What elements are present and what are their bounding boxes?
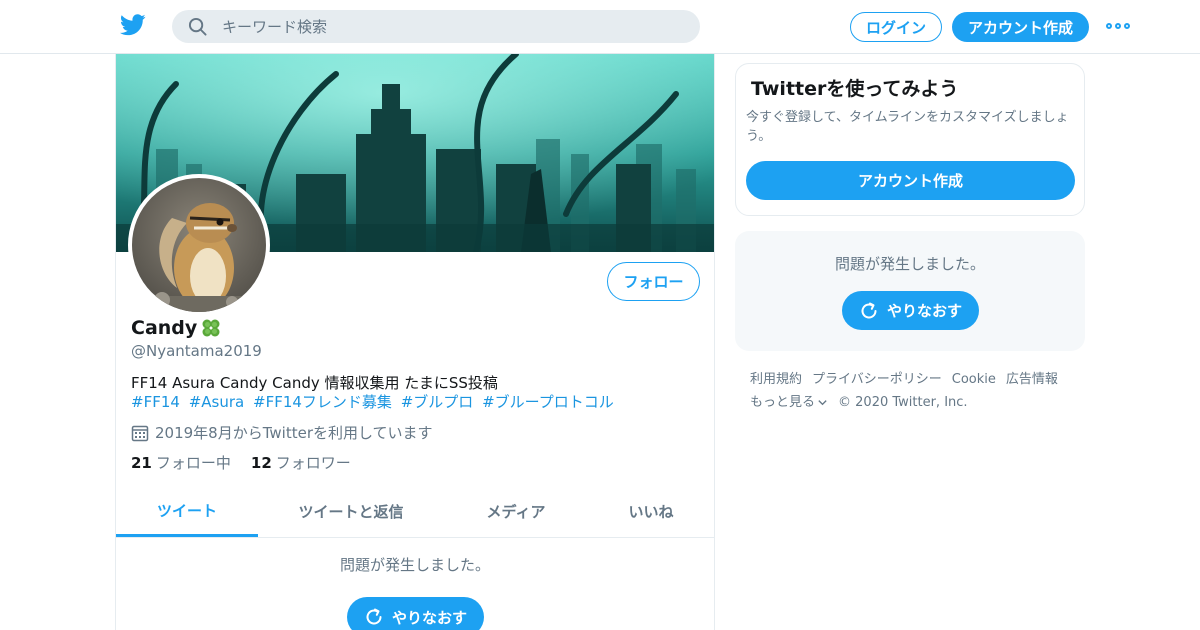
hashtag-link[interactable]: #Asura xyxy=(189,393,245,411)
profile-display-name: Candy xyxy=(131,316,223,340)
followers-count: 12 xyxy=(250,454,272,472)
display-name-text: Candy xyxy=(131,317,198,339)
hashtag-link[interactable]: #FF14 xyxy=(131,393,180,411)
four-leaf-clover-icon xyxy=(202,319,220,337)
following-label: フォロー中 xyxy=(155,454,231,472)
tab-media[interactable]: メディア xyxy=(456,486,576,537)
profile-column: フォロー Candy @Nyantama2019 FF14 Asura Cand… xyxy=(115,54,715,630)
hashtag-link[interactable]: #ブループロトコル xyxy=(482,393,614,411)
search-icon xyxy=(188,17,207,36)
hashtag-link[interactable]: #ブルプロ xyxy=(401,393,474,411)
followers-stat[interactable]: 12 フォロワー xyxy=(251,452,351,473)
timeline-error-message: 問題が発生しました。 xyxy=(339,556,490,574)
signup-button[interactable]: アカウント作成 xyxy=(952,12,1089,42)
profile-handle[interactable]: @Nyantama2019 xyxy=(131,342,262,360)
profile-tabs: ツイート ツイートと返信 メディア いいね xyxy=(116,486,714,538)
sidebar-retry-button[interactable]: やりなおす xyxy=(842,291,979,330)
refresh-icon xyxy=(861,302,877,318)
profile-join-date: 2019年8月からTwitterを利用しています xyxy=(131,422,433,443)
more-horizontal-icon[interactable] xyxy=(1106,18,1130,34)
retry-label: やりなおす xyxy=(886,302,962,320)
calendar-icon xyxy=(131,425,149,441)
footer-link-cookie[interactable]: Cookie xyxy=(952,368,996,391)
tab-tweets-and-replies[interactable]: ツイートと返信 xyxy=(281,486,421,537)
profile-hashtags: #FF14 #Asura #FF14フレンド募集 #ブルプロ #ブループロトコル xyxy=(131,391,618,413)
login-button[interactable]: ログイン xyxy=(850,12,942,42)
chipmunk-avatar-image xyxy=(132,178,266,312)
footer-link-ads[interactable]: 広告情報 xyxy=(1006,368,1058,391)
following-stat[interactable]: 21 フォロー中 xyxy=(131,452,231,473)
retry-label: やりなおす xyxy=(391,608,467,627)
signup-card-button[interactable]: アカウント作成 xyxy=(746,161,1075,200)
chevron-down-icon xyxy=(818,400,827,406)
top-navigation-bar: ログイン アカウント作成 xyxy=(0,0,1200,54)
search-bar[interactable] xyxy=(172,10,700,43)
signup-card-description: 今すぐ登録して、タイムラインをカスタマイズしましょう。 xyxy=(746,110,1069,144)
hashtag-link[interactable]: #FF14フレンド募集 xyxy=(253,393,392,411)
tab-tweets[interactable]: ツイート xyxy=(116,486,258,537)
sidebar-footer: 利用規約 プライバシーポリシー Cookie 広告情報 もっと見る © 2020… xyxy=(750,368,1080,414)
timeline-retry-button[interactable]: やりなおす xyxy=(347,597,484,630)
following-count: 21 xyxy=(131,454,152,472)
follow-button[interactable]: フォロー xyxy=(607,262,700,301)
signup-card-title: Twitterを使ってみよう xyxy=(751,78,959,100)
tab-likes[interactable]: いいね xyxy=(596,486,706,537)
footer-more-link[interactable]: もっと見る xyxy=(750,391,828,414)
footer-more-label: もっと見る xyxy=(750,395,816,410)
footer-copyright: © 2020 Twitter, Inc. xyxy=(838,395,968,410)
join-date-text: 2019年8月からTwitterを利用しています xyxy=(155,424,433,442)
refresh-icon xyxy=(366,608,382,625)
search-input[interactable] xyxy=(222,10,682,43)
sidebar-error-message: 問題が発生しました。 xyxy=(834,255,985,273)
profile-avatar[interactable] xyxy=(128,174,270,316)
sidebar-error-card: 問題が発生しました。 やりなおす xyxy=(735,231,1085,351)
twitter-bird-icon[interactable] xyxy=(120,14,146,36)
footer-link-terms[interactable]: 利用規約 xyxy=(750,368,802,391)
footer-link-privacy[interactable]: プライバシーポリシー xyxy=(812,368,942,391)
profile-stats: 21 フォロー中 12 フォロワー xyxy=(131,452,371,473)
signup-promo-card: Twitterを使ってみよう 今すぐ登録して、タイムラインをカスタマイズしましょ… xyxy=(735,63,1085,216)
followers-label: フォロワー xyxy=(275,454,351,472)
